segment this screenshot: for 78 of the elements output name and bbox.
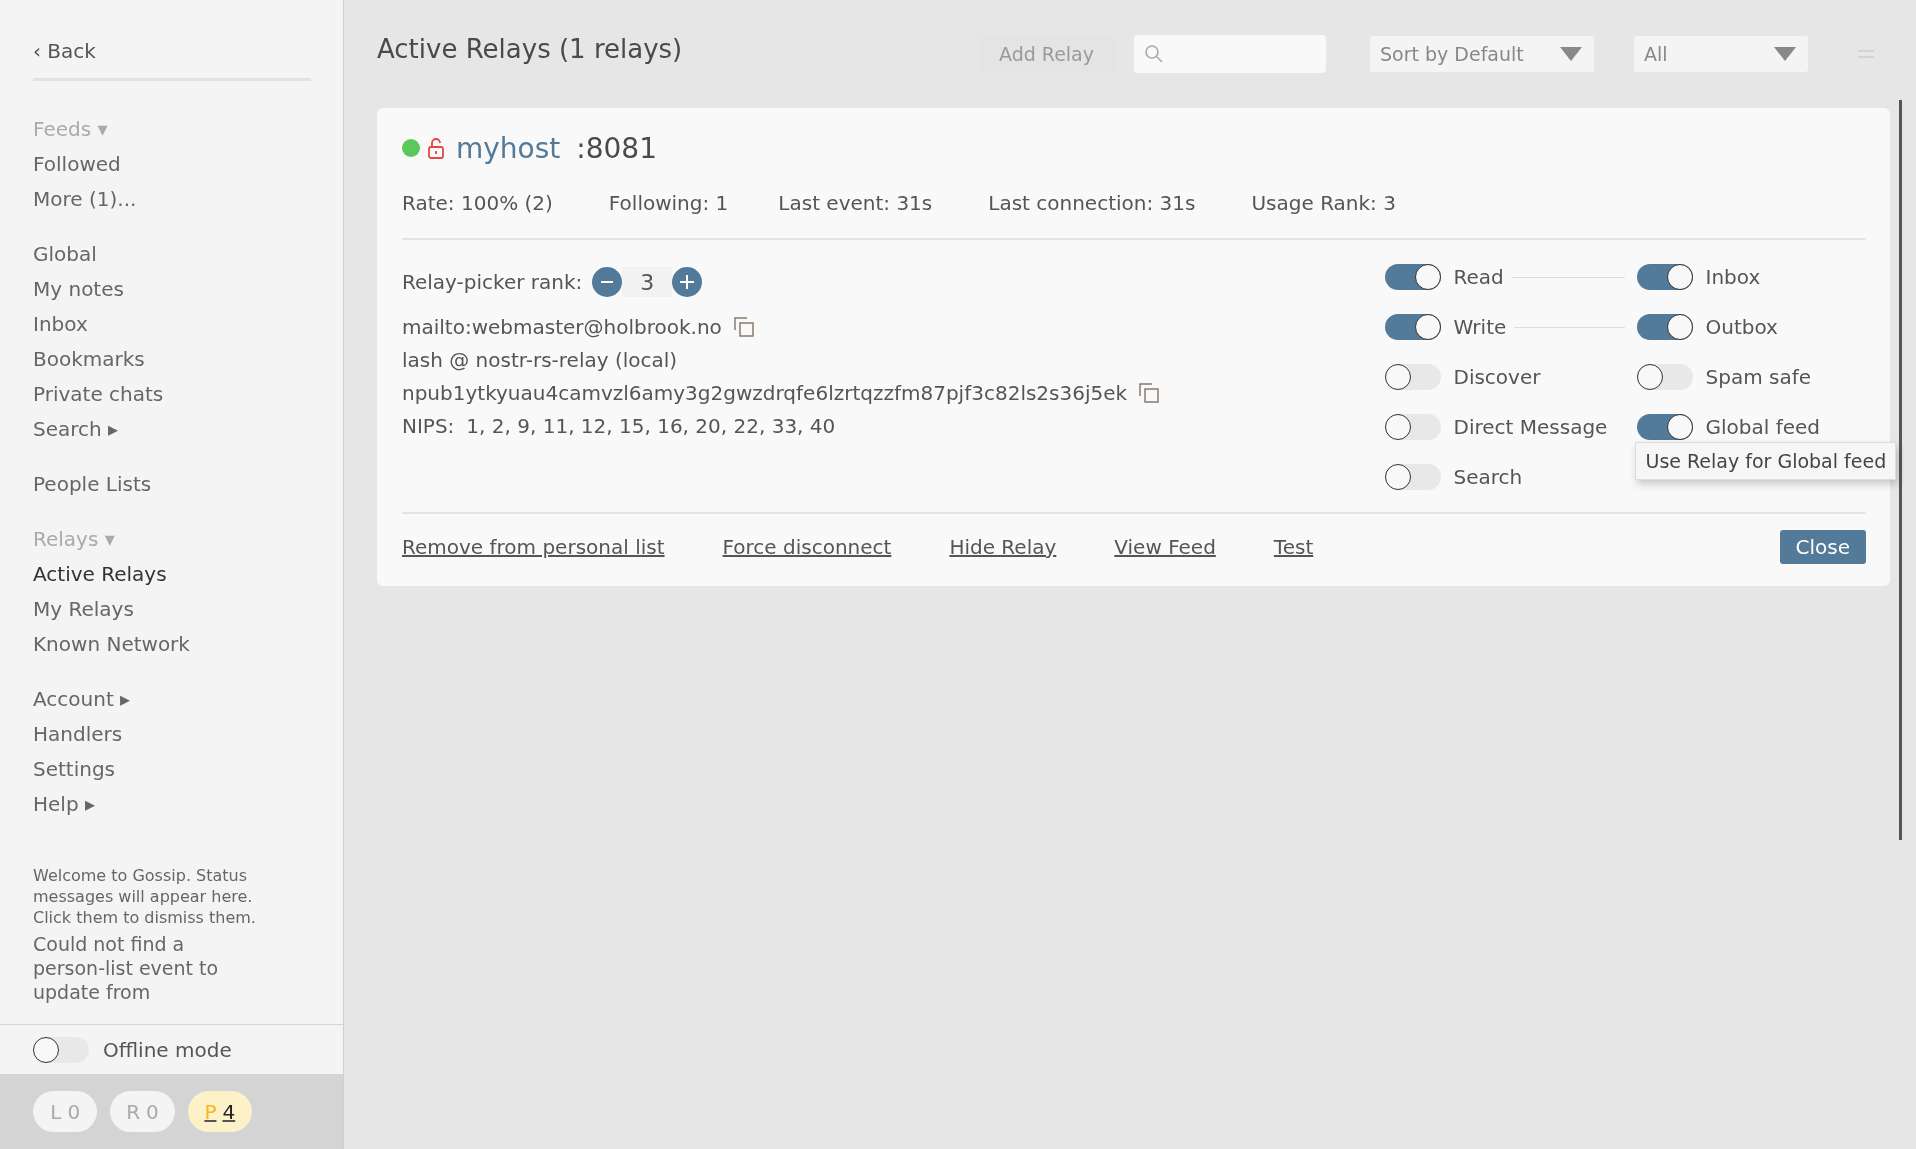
action-link[interactable]: Force disconnect [722, 535, 892, 559]
sidebar-item[interactable]: Account ▸ [33, 682, 311, 717]
relay-port: :8081 [576, 131, 657, 165]
relay-stat: Last event: 31s [778, 190, 933, 216]
relay-stat: Usage Rank: 3 [1251, 190, 1396, 216]
copy-icon[interactable] [1139, 382, 1160, 403]
dropdown-caret-icon [1774, 47, 1796, 61]
action-link[interactable]: Remove from personal list [402, 535, 665, 559]
minus-icon [601, 281, 614, 283]
nips-label: NIPS: [402, 413, 455, 438]
sidebar-item[interactable]: Inbox [33, 307, 311, 342]
sidebar-item[interactable]: Private chats [33, 377, 311, 412]
sidebar-item[interactable]: Bookmarks [33, 342, 311, 377]
action-link[interactable]: Test [1273, 535, 1314, 559]
sidebar-item[interactable]: Help ▸ [33, 787, 311, 822]
action-link[interactable]: View Feed [1114, 535, 1216, 559]
toggle-label: Search [1453, 464, 1523, 490]
copy-icon[interactable] [733, 316, 754, 337]
toggle-label: Discover [1453, 364, 1541, 390]
sidebar-item[interactable]: Search ▸ [33, 412, 311, 447]
toggle-label: Inbox [1705, 264, 1762, 290]
toggle-switch[interactable] [1385, 364, 1442, 390]
toggle-label: Spam safe [1705, 364, 1812, 390]
plus-icon [680, 275, 695, 289]
toggle-switch[interactable] [1637, 264, 1694, 290]
increase-button[interactable] [672, 267, 703, 297]
search-field[interactable] [1134, 35, 1326, 73]
status-message[interactable]: Welcome to Gossip. Status messages will appear here. Click them to dismiss them. [33, 865, 278, 928]
dropdown-caret-icon [1560, 47, 1582, 61]
toggle-label: Offline mode [103, 1036, 232, 1063]
action-link[interactable]: Hide Relay [949, 535, 1057, 559]
toggle-switch[interactable] [1637, 364, 1694, 390]
toggle-label: Global feed [1705, 414, 1820, 440]
rank-label: Relay-picker rank: [402, 270, 583, 294]
toggle-switch[interactable] [1637, 414, 1694, 440]
toggle-label: Direct Message [1453, 414, 1608, 440]
sidebar-item[interactable]: My notes [33, 272, 311, 307]
sidebar-item[interactable]: Active Relays [33, 557, 311, 592]
filter-dropdown[interactable]: All [1634, 36, 1808, 72]
scrollbar[interactable] [1899, 100, 1902, 840]
toggle-switch[interactable] [1385, 414, 1442, 440]
pubkey-text: npub1ytkyuau4camvzl6amy3g2gwzdrqfe6lzrtqzzfm87pjf3c82ls2s36j5ek [402, 380, 1128, 405]
sidebar-item[interactable]: More (1)... [33, 182, 311, 217]
sidebar-item[interactable]: My Relays [33, 592, 311, 627]
toggle-switch[interactable] [1637, 314, 1694, 340]
counter-badge: R 0 [110, 1091, 175, 1132]
relay-host-link[interactable]: myhost [456, 131, 561, 165]
counter-badge: P 4 [187, 1091, 252, 1132]
toggle-label: Write [1453, 314, 1507, 340]
toggle-switch[interactable] [1385, 264, 1442, 290]
close-button[interactable]: Close [1779, 530, 1866, 564]
unlocked-padlock-icon [428, 137, 444, 159]
toggle-label: Read [1453, 264, 1504, 290]
rank-value: 3 [622, 267, 673, 297]
sidebar-item[interactable]: Global [33, 237, 311, 272]
back-link[interactable]: ‹ Back [33, 36, 311, 66]
sidebar-item[interactable]: Known Network [33, 627, 311, 662]
toggle-switch[interactable] [1385, 464, 1442, 490]
decrease-button[interactable] [592, 267, 623, 297]
relay-stat: Following: 1 [608, 190, 729, 216]
page-title: Active Relays (1 relays) [377, 34, 683, 64]
nips-list: 1, 2, 9, 11, 12, 15, 16, 20, 22, 33, 40 [466, 413, 836, 438]
search-icon [1144, 44, 1164, 64]
tooltip: Use Relay for Global feed [1635, 442, 1897, 480]
sidebar-item[interactable]: Handlers [33, 717, 311, 752]
offline-mode-toggle[interactable] [33, 1036, 89, 1063]
sidebar-item[interactable]: Settings [33, 752, 311, 787]
toggle-label: Outbox [1705, 314, 1779, 340]
status-message[interactable]: Could not find a person-list event to update from [33, 932, 243, 1004]
sidebar-item[interactable]: People Lists [33, 467, 311, 502]
sidebar-item[interactable]: Followed [33, 147, 311, 182]
sort-dropdown[interactable]: Sort by Default [1370, 36, 1594, 72]
software-text: lash @ nostr-rs-relay (local) [402, 347, 678, 372]
relay-stat: Last connection: 31s [988, 190, 1196, 216]
counter-badge: L 0 [33, 1091, 98, 1132]
toggle-switch[interactable] [1385, 314, 1442, 340]
contact-text: mailto:webmaster@holbrook.no [402, 314, 722, 339]
relay-stat: Rate: 100% (2) [402, 190, 553, 216]
